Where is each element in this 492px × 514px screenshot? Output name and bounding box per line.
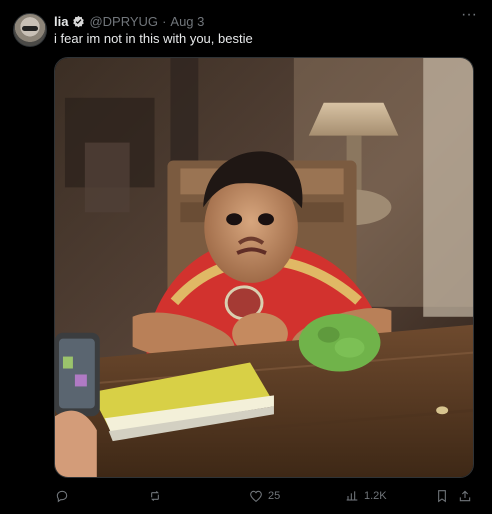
reply-icon (56, 490, 68, 503)
verified-badge-icon (72, 15, 85, 28)
tweet-text: i fear im not in this with you, bestie (54, 31, 253, 46)
retweet-icon (151, 490, 159, 502)
like-count: 25 (268, 490, 281, 502)
separator-dot: · (162, 13, 167, 29)
retweet-button[interactable] (147, 486, 167, 506)
more-icon[interactable]: ··· (460, 7, 478, 24)
avatar[interactable] (13, 13, 47, 47)
bookmark-icon (438, 490, 446, 503)
tweet-image[interactable] (54, 57, 474, 478)
tweet-actions: 25 1.2K (54, 486, 478, 506)
like-button[interactable]: 25 (248, 486, 280, 506)
bookmark-button[interactable] (434, 486, 450, 506)
heart-icon (250, 490, 262, 503)
views-icon (346, 491, 358, 501)
user-handle[interactable]: @DPRYUG (89, 14, 158, 29)
views-button[interactable]: 1.2K (344, 486, 387, 506)
photo-illustration (55, 58, 473, 477)
share-button[interactable] (457, 486, 473, 506)
reply-button[interactable] (54, 486, 74, 506)
views-count: 1.2K (364, 490, 387, 502)
tweet-header: lia @DPRYUG · Aug 3 (54, 12, 478, 30)
post-date[interactable]: Aug 3 (170, 14, 204, 29)
share-icon (459, 490, 471, 502)
display-name[interactable]: lia (54, 14, 68, 29)
tweet-card: lia @DPRYUG · Aug 3 ··· i fear im not in… (0, 0, 492, 514)
